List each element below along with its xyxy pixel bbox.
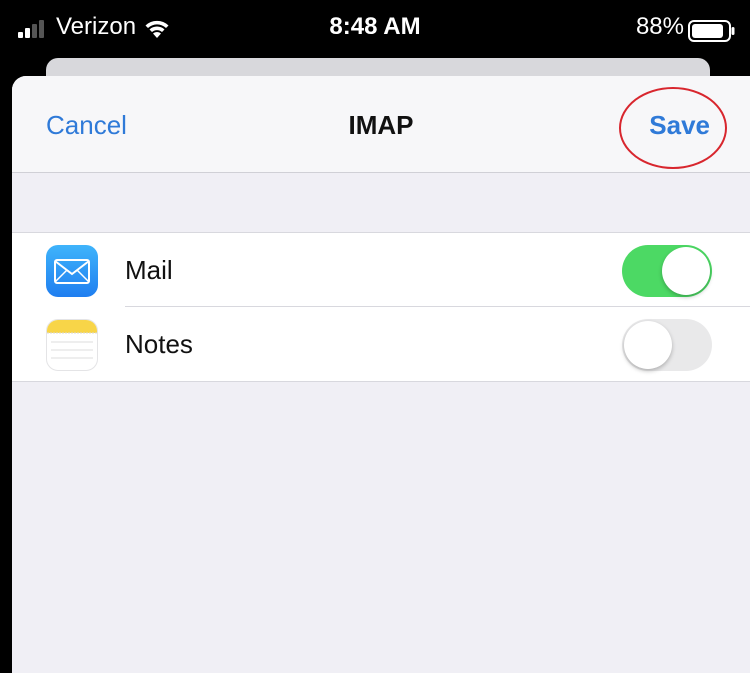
notes-label: Notes xyxy=(125,329,193,359)
mail-toggle[interactable] xyxy=(622,245,712,297)
battery-icon xyxy=(688,20,735,42)
sync-options-list: Mail Notes xyxy=(12,232,750,382)
battery-percentage: 88% xyxy=(635,13,684,40)
navigation-bar: Cancel IMAP Save xyxy=(12,76,750,173)
notes-app-icon xyxy=(46,319,98,371)
list-item-notes: Notes xyxy=(12,307,750,381)
imap-settings-sheet: Cancel IMAP Save Mail Notes xyxy=(12,76,750,673)
toggle-knob xyxy=(662,247,710,295)
notes-toggle[interactable] xyxy=(622,319,712,371)
save-highlight-circle xyxy=(619,87,727,169)
toggle-knob xyxy=(624,321,672,369)
mail-app-icon xyxy=(46,245,98,297)
list-item-mail: Mail xyxy=(12,233,750,307)
mail-label: Mail xyxy=(125,255,173,285)
status-bar: Verizon 8:48 AM 88% xyxy=(0,0,750,60)
